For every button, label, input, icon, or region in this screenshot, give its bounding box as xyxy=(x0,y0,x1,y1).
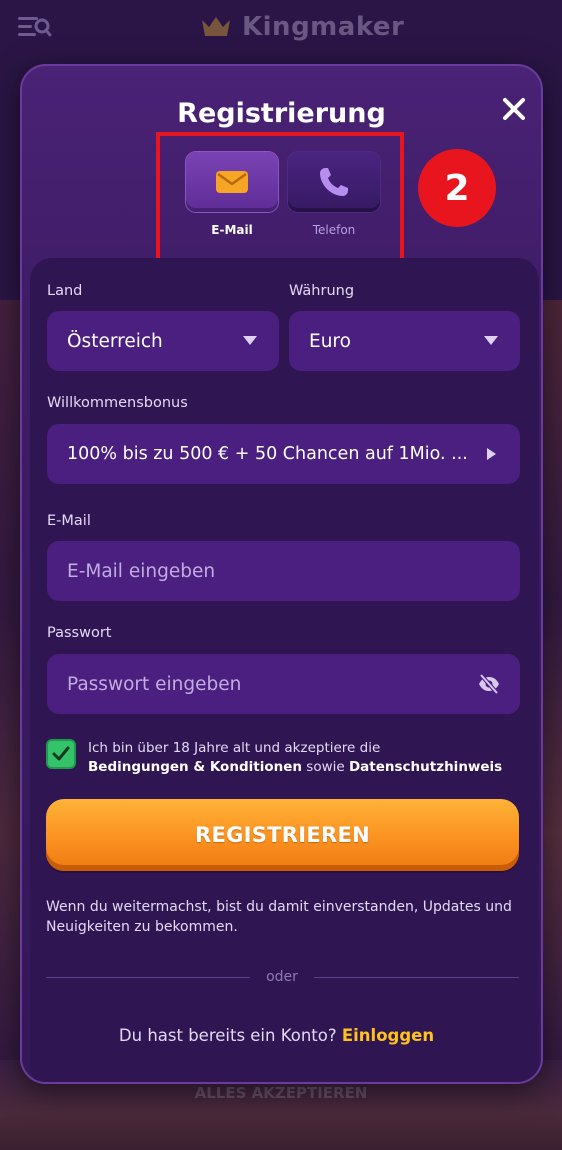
bonus-label: Willkommensbonus xyxy=(47,395,188,411)
password-field[interactable]: Passwort eingeben xyxy=(47,654,520,714)
highlight-outline xyxy=(156,132,404,262)
registration-modal: Registrierung E-Mail Telefon 2 Land Währ… xyxy=(20,64,543,1084)
brand-name: Kingmaker xyxy=(242,12,405,42)
chevron-down-icon xyxy=(243,336,257,345)
bonus-select[interactable]: 100% bis zu 500 € + 50 Chancen auf 1Mio.… xyxy=(47,424,520,484)
password-placeholder: Passwort eingeben xyxy=(67,673,242,695)
chevron-right-icon xyxy=(487,448,496,460)
country-select[interactable]: Österreich xyxy=(47,311,279,371)
app-header: Kingmaker xyxy=(0,0,562,60)
divider-text: oder xyxy=(266,969,298,985)
check-icon xyxy=(52,746,70,761)
menu-search-icon[interactable] xyxy=(16,14,52,40)
login-prompt: Du hast bereits ein Konto? Einloggen xyxy=(22,1026,531,1045)
terms-text: Ich bin über 18 Jahre alt und akzeptiere… xyxy=(88,739,518,777)
login-prompt-text: Du hast bereits ein Konto? xyxy=(118,1026,337,1045)
chevron-down-icon xyxy=(484,336,498,345)
privacy-link[interactable]: Datenschutzhinweis xyxy=(349,759,502,775)
divider-line-right xyxy=(314,977,519,978)
close-icon[interactable] xyxy=(501,96,527,122)
consent-text: Wenn du weitermachst, bist du damit einv… xyxy=(46,899,512,935)
currency-select[interactable]: Euro xyxy=(289,311,520,371)
modal-title: Registrierung xyxy=(177,98,386,129)
registration-form: Land Währung Österreich Euro Willkommens… xyxy=(30,258,539,1082)
terms-prefix: Ich bin über 18 Jahre alt und akzeptiere… xyxy=(88,740,381,756)
email-placeholder: E-Mail eingeben xyxy=(67,560,216,582)
terms-link[interactable]: Bedingungen & Konditionen xyxy=(88,759,302,775)
step-badge: 2 xyxy=(418,149,496,227)
bonus-value: 100% bis zu 500 € + 50 Chancen auf 1Mio.… xyxy=(67,444,468,464)
email-field[interactable]: E-Mail eingeben xyxy=(47,541,520,601)
age-terms-checkbox[interactable] xyxy=(46,739,76,769)
password-label: Passwort xyxy=(47,625,112,641)
terms-middle: sowie xyxy=(306,759,345,775)
country-value: Österreich xyxy=(67,330,163,352)
brand-logo: Kingmaker xyxy=(200,10,404,44)
cookie-accept-button[interactable]: ALLES AKZEPTIEREN xyxy=(0,1084,562,1102)
currency-label: Währung xyxy=(289,283,355,299)
crown-icon xyxy=(202,17,230,36)
currency-value: Euro xyxy=(309,330,351,352)
login-link[interactable]: Einloggen xyxy=(342,1026,434,1045)
register-button[interactable]: REGISTRIEREN xyxy=(46,799,519,871)
country-label: Land xyxy=(47,283,83,299)
divider-line-left xyxy=(46,977,250,978)
eye-off-icon[interactable] xyxy=(478,673,500,695)
email-label: E-Mail xyxy=(47,513,91,529)
